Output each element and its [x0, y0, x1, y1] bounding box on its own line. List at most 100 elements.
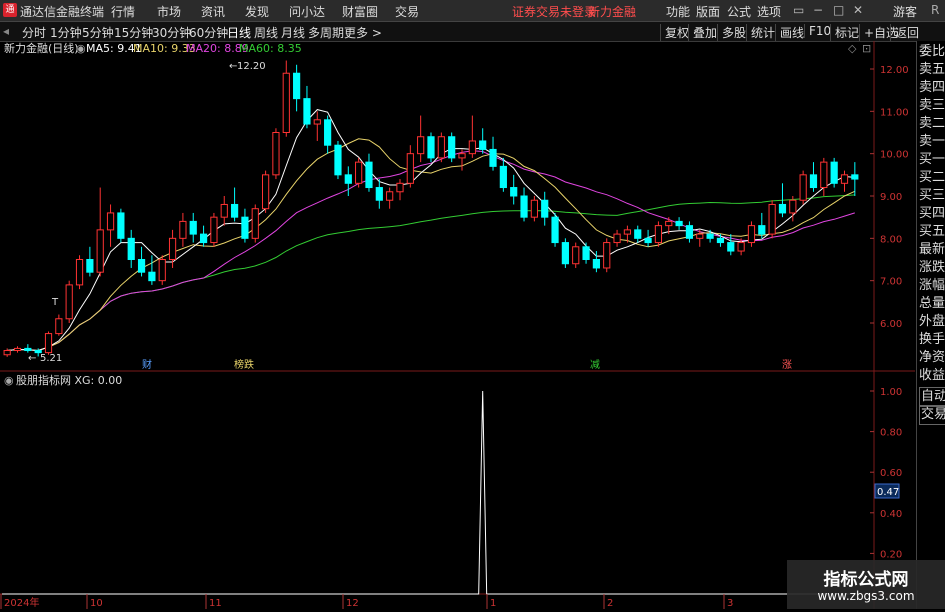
marker-finance[interactable]: 财	[142, 358, 152, 371]
tab-stats[interactable]: 统计	[746, 24, 775, 41]
period-tab-5min[interactable]: 5分钟	[82, 24, 114, 41]
tab-back[interactable]: 返回	[890, 24, 919, 41]
window-maximize-icon[interactable]: □	[833, 3, 844, 17]
candle-body	[520, 195, 528, 218]
candle-body	[675, 220, 683, 227]
candle-body	[623, 229, 632, 235]
candle-body	[551, 216, 559, 244]
candle-body	[747, 225, 756, 244]
sidebar-item-9[interactable]: 买四	[919, 205, 945, 223]
candle-body	[582, 246, 590, 261]
window-restore-icon[interactable]: ▭	[793, 3, 804, 17]
menu-functions[interactable]: 功能	[666, 3, 690, 20]
y-tick-label: 9.00	[880, 192, 902, 203]
tab-overlay[interactable]: 叠加	[688, 24, 717, 41]
candle-body	[448, 136, 456, 159]
sidebar-item-1[interactable]: 卖五	[919, 61, 945, 79]
sidebar-item-5[interactable]: 卖一	[919, 133, 945, 151]
sidebar-item-6[interactable]: 买一	[919, 151, 945, 169]
period-tab-multi[interactable]: 多周期	[308, 24, 344, 41]
candle-body	[199, 233, 208, 244]
x-axis: 2024年 10 11 12 1 2 3	[0, 594, 733, 609]
guest-label[interactable]: 游客	[893, 3, 917, 20]
sidebar-item-17[interactable]: 净资	[919, 349, 945, 367]
menu-assistant[interactable]: 问小达	[289, 3, 325, 20]
candle-body	[572, 246, 580, 265]
menu-formula[interactable]: 公式	[727, 3, 751, 20]
menu-market[interactable]: 市场	[157, 3, 181, 20]
tab-multi-stock[interactable]: 多股	[717, 24, 746, 41]
y-tick-label: 6.00	[880, 319, 902, 330]
marker-rise[interactable]: 涨	[782, 359, 792, 371]
sidebar-item-0[interactable]: 委比	[919, 43, 945, 61]
window-close-icon[interactable]: ✕	[853, 3, 863, 17]
menu-wealth-circle[interactable]: 财富圈	[342, 3, 378, 20]
sidebar-item-16[interactable]: 换手	[919, 331, 945, 349]
broker-name[interactable]: 新力金融	[588, 3, 636, 20]
candle-body	[365, 161, 373, 189]
trade-login-status[interactable]: 证券交易未登录	[512, 3, 596, 20]
period-tab-daily[interactable]: 日线	[227, 24, 251, 41]
menu-options[interactable]: 选项	[757, 3, 781, 20]
tab-f10[interactable]: F10	[804, 24, 831, 38]
toolbar-collapse-icon[interactable]: ◂	[3, 24, 9, 38]
sidebar-item-14[interactable]: 总量	[919, 295, 945, 313]
candle-body	[313, 119, 321, 125]
candle-body	[613, 233, 621, 244]
candle-body	[210, 216, 218, 244]
chart-settings-icon[interactable]: ⊡	[862, 42, 871, 55]
candle-body	[117, 212, 125, 239]
candles	[3, 60, 859, 357]
menu-discover[interactable]: 发现	[245, 3, 269, 20]
period-tab-15min[interactable]: 15分钟	[114, 24, 153, 41]
sidebar-item-2[interactable]: 卖四	[919, 79, 945, 97]
sidebar-item-12[interactable]: 涨跌	[919, 259, 945, 277]
candle-body	[696, 233, 704, 239]
menu-news[interactable]: 资讯	[201, 3, 225, 20]
tab-mark[interactable]: 标记	[830, 24, 859, 41]
sidebar-item-18[interactable]: 收益	[919, 367, 945, 385]
period-tab-1min[interactable]: 1分钟	[50, 24, 82, 41]
sidebar-item-13[interactable]: 涨幅	[919, 277, 945, 295]
ma-settings-icon[interactable]: ◉	[76, 42, 86, 55]
candle-body	[727, 242, 735, 252]
marker-ranking-drop[interactable]: 榜跌	[234, 358, 254, 371]
sidebar-item-3[interactable]: 卖三	[919, 97, 945, 115]
menu-layout[interactable]: 版面	[696, 3, 720, 20]
sidebar-item-19[interactable]: 自动	[919, 387, 945, 407]
chart-area[interactable]: 12.00 11.00 10.00 9.00 8.00 7.00 6.00 1.00 0.80…	[0, 41, 915, 609]
window-minimize-icon[interactable]: −	[813, 3, 823, 17]
candle-body	[44, 333, 53, 354]
sidebar-item-11[interactable]: 最新	[919, 241, 945, 259]
tab-draw[interactable]: 画线	[775, 24, 804, 41]
period-tab-intraday[interactable]: 分时	[22, 24, 46, 41]
candle-body	[241, 216, 249, 239]
candle-body	[375, 187, 383, 201]
menu-quotes[interactable]: 行情	[111, 3, 135, 20]
y-tick-label: 11.00	[880, 107, 909, 118]
menu-trade[interactable]: 交易	[395, 3, 419, 20]
indicator-settings-icon[interactable]: ◉	[4, 374, 14, 387]
candle-body	[479, 140, 487, 150]
period-tab-30min[interactable]: 30分钟	[152, 24, 191, 41]
xg-indicator: 1.00 0.80 0.60 0.40 0.20	[2, 387, 902, 595]
candle-body	[716, 237, 725, 244]
period-tab-weekly[interactable]: 周线	[254, 24, 278, 41]
candle-body	[417, 136, 425, 155]
sidebar-item-4[interactable]: 卖二	[919, 115, 945, 133]
marker-reduce[interactable]: 减	[590, 359, 600, 371]
tab-adjust[interactable]: 复权	[660, 24, 689, 41]
x-axis-label: 12	[346, 598, 359, 609]
sidebar-item-10[interactable]: 买五	[919, 223, 945, 241]
sidebar-item-8[interactable]: 买三	[919, 187, 945, 205]
period-tab-monthly[interactable]: 月线	[281, 24, 305, 41]
period-tab-more[interactable]: 更多 >	[344, 24, 382, 41]
period-tab-60min[interactable]: 60分钟	[189, 24, 228, 41]
kline-chart[interactable]: 12.00 11.00 10.00 9.00 8.00 7.00 6.00 1.00 0.80…	[0, 41, 915, 609]
candle-body	[468, 140, 476, 155]
sidebar-item-7[interactable]: 买二	[919, 169, 945, 187]
sidebar-item-20[interactable]: 交易	[919, 405, 945, 425]
candle-body	[355, 161, 363, 184]
chart-option-icon[interactable]: ◇	[848, 42, 857, 55]
sidebar-item-15[interactable]: 外盘	[919, 313, 945, 331]
